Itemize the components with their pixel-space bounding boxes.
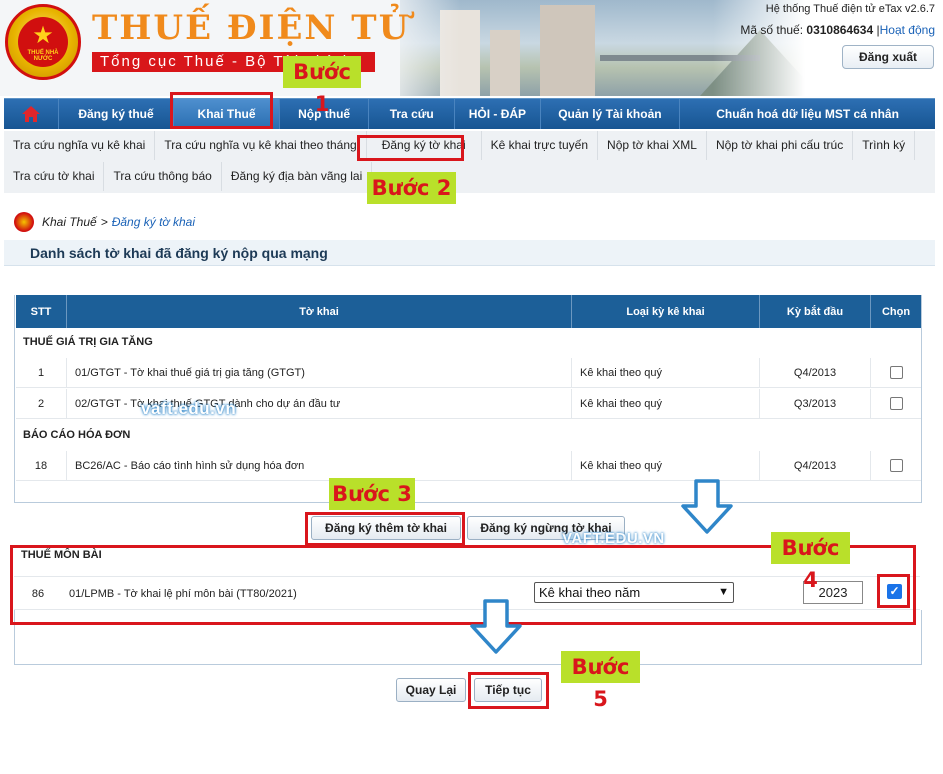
nav-dang-ky-thue[interactable]: Đăng ký thuế <box>59 99 175 129</box>
header-start-period: Kỳ bắt đầu <box>760 295 871 328</box>
row-stt: 2 <box>16 389 67 418</box>
nav-chuan-hoa-mst[interactable]: Chuẩn hoá dữ liệu MST cá nhân <box>680 99 935 129</box>
tax-code-value: 0310864634 <box>806 23 874 37</box>
annotation-box-step2 <box>357 135 464 161</box>
annotation-box-step1 <box>170 92 273 129</box>
annotation-step3-label: Bước 3 <box>329 478 415 510</box>
row-stt: 18 <box>16 451 67 480</box>
brand-title: THUẾ ĐIỆN TỬ <box>92 8 411 48</box>
arrow-down-icon <box>470 599 522 654</box>
row-select-cell <box>871 358 921 387</box>
header-select: Chọn <box>881 305 911 318</box>
row-start: Q4/2013 <box>760 358 871 387</box>
subnav-tra-cuu-nghia-vu[interactable]: Tra cứu nghĩa vụ kê khai <box>4 131 156 160</box>
subnav-nop-phi-cau-truc[interactable]: Nộp tờ khai phi cấu trúc <box>707 131 854 160</box>
sub-nav-row-2: Tra cứu tờ khai Tra cứu thông báo Đăng k… <box>4 162 373 191</box>
annotation-step4-label: Bước 4 <box>771 532 850 592</box>
annotation-step5-label: Bước 5 <box>561 651 640 711</box>
home-icon <box>21 106 40 122</box>
logout-button[interactable]: Đăng xuất <box>842 45 934 69</box>
annotation-step2-label: Bước 2 <box>367 172 456 204</box>
nav-quan-ly-tai-khoan[interactable]: Quản lý Tài khoản <box>541 99 681 129</box>
subnav-ke-khai-truc-tuyen[interactable]: Kê khai trực tuyến <box>482 131 599 160</box>
annotation-box-step5 <box>468 672 549 709</box>
section-title: Danh sách tờ khai đã đăng ký nộp qua mạn… <box>4 240 935 266</box>
header: ★ THUẾ NHÀ NƯỚC THUẾ ĐIỆN TỬ Tổng cục Thu… <box>0 0 943 96</box>
table-row: 18 BC26/AC - Báo cáo tình hình sử dụng h… <box>16 451 921 481</box>
row-start: Q3/2013 <box>760 389 871 418</box>
row-period-type: Kê khai theo quý <box>572 451 760 480</box>
table-header: STT Tờ khai Loại kỳ kê khai Kỳ bắt đầu C… <box>16 295 921 328</box>
table-row: 1 01/GTGT - Tờ khai thuế giá trị gia tăn… <box>16 358 921 388</box>
breadcrumb-current: Đăng ký tờ khai <box>111 215 196 229</box>
header-period-type: Loại kỳ kê khai <box>572 295 760 328</box>
subnav-nop-to-khai-xml[interactable]: Nộp tờ khai XML <box>598 131 707 160</box>
tax-code-line: Mã số thuế: 0310864634 |Hoạt động <box>740 23 935 37</box>
breadcrumb-parent[interactable]: Khai Thuế <box>42 215 97 229</box>
top-nav: Đăng ký thuế Khai Thuế Nộp thuế Tra cứu … <box>4 98 935 129</box>
row-stt: 1 <box>16 358 67 387</box>
row-select-cell <box>871 451 921 480</box>
header-stt: STT <box>16 295 67 328</box>
annotation-step1-label: Bước 1 <box>283 56 361 116</box>
nav-hoi-dap[interactable]: HỎI - ĐÁP <box>455 99 541 129</box>
breadcrumb-separator: > <box>100 215 108 229</box>
row-select-cell <box>871 389 921 418</box>
watermark-1: vaft.edu.vn <box>141 399 237 418</box>
system-name: Hệ thống Thuế điện tử eTax v2.6.7 <box>765 3 935 15</box>
row-start: Q4/2013 <box>760 451 871 480</box>
subnav-tra-cuu-nghia-vu-thang[interactable]: Tra cứu nghĩa vụ kê khai theo tháng <box>155 131 367 160</box>
header-form: Tờ khai <box>67 295 572 328</box>
row-form: BC26/AC - Báo cáo tình hình sử dụng hóa … <box>67 451 572 480</box>
annotation-box-step3 <box>305 512 465 546</box>
group-bao-cao-hoa-don: BÁO CÁO HÓA ĐƠN <box>23 429 131 441</box>
row-period-type: Kê khai theo quý <box>572 389 760 418</box>
row-checkbox[interactable] <box>889 366 903 379</box>
status-link[interactable]: Hoạt động <box>880 23 935 37</box>
subnav-tra-cuu-thong-bao[interactable]: Tra cứu thông báo <box>104 162 222 191</box>
watermark-2: VAFT.EDU.VN <box>562 530 665 547</box>
row-checkbox[interactable] <box>889 459 903 472</box>
breadcrumb-logo-icon <box>14 212 34 232</box>
emblem-logo: ★ THUẾ NHÀ NƯỚC <box>5 4 81 80</box>
subnav-dang-ky-dia-ban[interactable]: Đăng ký địa bàn vãng lai <box>222 162 373 191</box>
arrow-down-icon <box>681 479 733 534</box>
breadcrumb: Khai Thuế > Đăng ký tờ khai <box>14 212 195 232</box>
nav-tra-cuu[interactable]: Tra cứu <box>369 99 456 129</box>
row-checkbox[interactable] <box>889 397 903 410</box>
home-button[interactable] <box>4 99 59 129</box>
sub-nav: Tra cứu nghĩa vụ kê khai Tra cứu nghĩa v… <box>4 131 935 193</box>
row-form: 01/GTGT - Tờ khai thuế giá trị gia tăng … <box>67 358 572 387</box>
back-button[interactable]: Quay Lại <box>396 678 466 702</box>
subnav-trinh-ky[interactable]: Trình ký <box>853 131 916 160</box>
group-gtgt: THUẾ GIÁ TRỊ GIA TĂNG <box>23 336 153 348</box>
tax-code-label: Mã số thuế: <box>740 23 804 37</box>
row-period-type: Kê khai theo quý <box>572 358 760 387</box>
subnav-tra-cuu-to-khai[interactable]: Tra cứu tờ khai <box>4 162 105 191</box>
annotation-box-checkbox <box>877 574 910 608</box>
